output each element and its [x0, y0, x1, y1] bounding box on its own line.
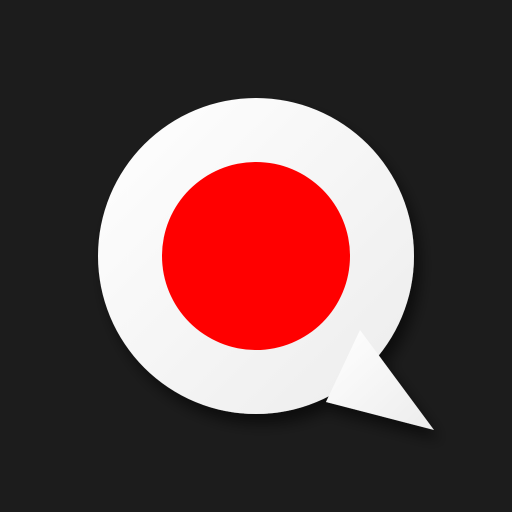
icon-canvas — [0, 0, 512, 512]
record-dot — [162, 162, 350, 350]
chat-bubble-record-icon — [98, 98, 434, 430]
